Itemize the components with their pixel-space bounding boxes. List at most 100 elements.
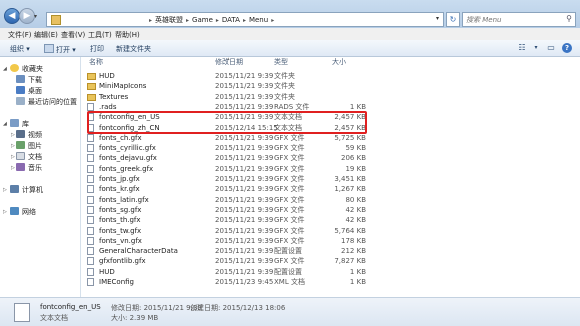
sidebar-item-videos[interactable]: 视频 [16,130,42,140]
menu-file[interactable]: 文件(F) [8,30,32,40]
file-name: HUD [99,267,115,276]
new-folder-button[interactable]: 新建文件夹 [116,44,151,54]
breadcrumb-item[interactable]: Game [192,16,213,24]
file-date: 2015/11/23 9:45 [215,278,274,286]
breadcrumb-separator[interactable]: ▸ [216,17,219,24]
menu-view[interactable]: 查看(V) [61,30,85,40]
view-dropdown-icon[interactable]: ▾ [530,43,542,53]
file-size: 80 KB [345,195,366,204]
file-icon [87,144,94,153]
file-size: 5,725 KB [334,133,366,142]
table-row[interactable]: Textures 2015/11/21 9:39 文件夹 [84,92,366,102]
breadcrumb-separator[interactable]: ▸ [243,17,246,24]
file-type: 文件夹 [274,82,295,91]
file-name: fonts_ch.gfx [99,133,142,142]
file-icon [87,164,94,173]
sidebar-item-documents[interactable]: 文档 [16,152,42,162]
sidebar-item-libraries[interactable]: 库 [10,119,29,129]
table-row[interactable]: fonts_latin.gfx 2015/11/21 9:39 GFX 文件 80 K… [84,195,366,205]
sidebar-item-network[interactable]: 网络 [10,207,36,217]
library-icon [10,119,19,127]
file-type: 配置设置 [274,247,302,256]
expand-videos-icon[interactable]: ▷ [11,132,15,138]
file-type: GFX 文件 [274,236,305,245]
file-name: MiniMapIcons [99,82,147,91]
sidebar-item-computer[interactable]: 计算机 [10,185,43,195]
file-size: 3,451 KB [334,175,366,183]
table-row[interactable]: MiniMapIcons 2015/11/21 9:39 文件夹 [84,81,366,91]
file-size: 178 KB [341,236,366,245]
sidebar-item-downloads[interactable]: 下载 [16,75,42,85]
expand-network-icon[interactable]: ▷ [3,209,7,215]
menu-help[interactable]: 帮助(H) [115,30,140,40]
sidebar-item-label: 视频 [28,131,42,139]
file-date: 2015/11/21 9:39 [215,144,274,153]
expand-music-icon[interactable]: ▷ [11,165,15,171]
table-row[interactable]: fonts_greek.gfx 2015/11/21 9:39 GFX 文件 19 K… [84,164,366,174]
expand-computer-icon[interactable]: ▷ [3,187,7,193]
breadcrumb-separator[interactable]: ▸ [271,17,274,24]
sidebar-item-desktop[interactable]: 桌面 [16,86,42,96]
column-size[interactable]: 大小 [332,57,346,69]
table-row[interactable]: HUD 2015/11/21 9:39 配置设置 1 KB [84,267,366,277]
sidebar-item-label: 计算机 [22,186,43,194]
menu-edit[interactable]: 编辑(E) [34,30,58,40]
breadcrumb-separator[interactable]: ▸ [186,17,189,24]
table-row[interactable]: GeneralCharacterData 2015/11/21 9:39 配置设置 2… [84,246,366,256]
table-row[interactable]: fonts_ch.gfx 2015/11/21 9:39 GFX 文件 5,725 K… [84,133,366,143]
expand-favorites-icon[interactable]: ◢ [3,66,7,72]
table-row[interactable]: fonts_jp.gfx 2015/11/21 9:39 GFX 文件 3,451 K… [84,174,366,184]
table-row[interactable]: IMEConfig 2015/11/23 9:45 XML 文档 1 KB [84,277,366,287]
column-date[interactable]: 修改日期 [215,57,243,69]
sidebar-item-favorites[interactable]: 收藏夹 [10,64,43,74]
search-box[interactable]: ⚲ [462,12,576,27]
expand-libraries-icon[interactable]: ◢ [3,121,7,127]
table-row[interactable]: fonts_sg.gfx 2015/11/21 9:39 GFX 文件 42 KB [84,205,366,215]
table-row[interactable]: gfxfontlib.gfx 2015/11/21 9:39 GFX 文件 7,827… [84,256,366,266]
file-size: 206 KB [341,154,366,163]
breadcrumb-item[interactable]: 英雄联盟 [155,16,183,24]
sidebar-item-label: 收藏夹 [22,65,43,73]
file-icon [87,185,94,194]
organize-button[interactable]: 组织 ▾ [10,44,30,54]
file-name: fonts_latin.gfx [99,195,149,204]
address-dropdown[interactable]: ▾ [436,15,439,22]
file-size: 19 KB [345,164,366,173]
breadcrumb-item[interactable]: DATA [222,16,240,24]
back-button[interactable]: ◀ [4,8,20,24]
view-options-icon[interactable]: ☷ [516,43,528,53]
table-row[interactable]: fonts_kr.gfx 2015/11/21 9:39 GFX 文件 1,267 K… [84,184,366,194]
sidebar-item-recent[interactable]: 最近访问的位置 [16,97,77,107]
table-row[interactable]: fonts_dejavu.gfx 2015/11/21 9:39 GFX 文件 206… [84,153,366,163]
file-date: 2015/11/21 9:39 [215,164,274,173]
menu-tools[interactable]: 工具(T) [88,30,112,40]
print-button[interactable]: 打印 [90,44,104,54]
table-row[interactable]: fonts_th.gfx 2015/11/21 9:39 GFX 文件 42 KB [84,215,366,225]
file-type: 文件夹 [274,92,295,101]
column-type[interactable]: 类型 [274,57,288,69]
file-name: fonts_cyrillic.gfx [99,144,156,153]
table-row[interactable]: fonts_vn.gfx 2015/11/21 9:39 GFX 文件 178 KB [84,236,366,246]
search-icon[interactable]: ⚲ [566,14,572,23]
help-icon[interactable]: ? [562,43,572,53]
preview-pane-icon[interactable]: ▭ [545,43,557,53]
computer-icon [10,185,19,193]
address-bar[interactable]: ▸ 英雄联盟 ▸ Game ▸ DATA ▸ Menu ▸ ▾ [46,12,444,27]
table-row[interactable]: fonts_cyrillic.gfx 2015/11/21 9:39 GFX 文件 5… [84,143,366,153]
column-name[interactable]: 名称 [89,57,103,69]
expand-pictures-icon[interactable]: ▷ [11,143,15,149]
open-button[interactable]: 打开 ▾ [44,44,76,55]
table-row[interactable]: HUD 2015/11/21 9:39 文件夹 [84,71,366,81]
status-filename: fontconfig_en_US [40,303,101,311]
file-name: fonts_dejavu.gfx [99,154,157,163]
refresh-button[interactable]: ↻ [446,12,460,27]
forward-button[interactable]: ▶ [19,8,35,24]
sidebar-item-music[interactable]: 音乐 [16,163,42,173]
recent-pages-dropdown[interactable]: ▾ [34,13,37,20]
table-row[interactable]: fonts_tw.gfx 2015/11/21 9:39 GFX 文件 5,764 K… [84,226,366,236]
status-type: 文本文档 [40,314,68,322]
sidebar-item-pictures[interactable]: 图片 [16,141,42,151]
breadcrumb-item[interactable]: Menu [249,16,268,24]
search-input[interactable] [466,14,561,26]
expand-documents-icon[interactable]: ▷ [11,154,15,160]
